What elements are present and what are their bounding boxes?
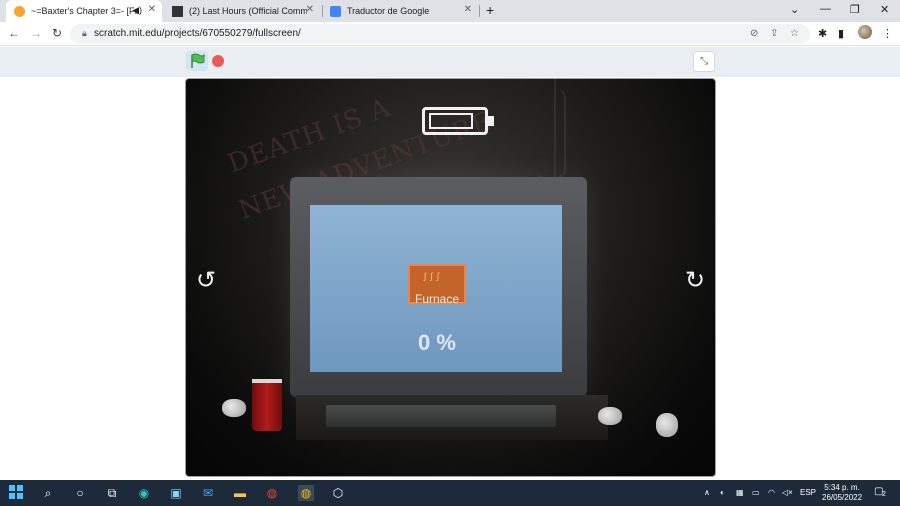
side-panel-icon[interactable]: ▮ (838, 27, 844, 40)
close-tab-icon[interactable]: ✕ (464, 4, 472, 15)
audio-playing-icon[interactable]: ◀) (132, 5, 142, 16)
battery-tray-icon[interactable]: ▭ (752, 488, 760, 497)
chrome-icon[interactable]: ◍ (264, 485, 280, 501)
clock-date: 26/05/2022 (822, 493, 863, 502)
wall-wire (536, 89, 566, 179)
close-tab-icon[interactable]: ✕ (306, 4, 314, 15)
scratch-favicon-icon (14, 5, 25, 17)
lock-icon[interactable]: 🔒︎ (82, 28, 87, 39)
tab-title: (2) Last Hours (Official Communi (189, 6, 307, 16)
clock[interactable]: 5:34 p. m. 26/05/2022 (822, 483, 862, 503)
turn-left-arrow-icon[interactable]: ↺ (192, 267, 220, 295)
profile-avatar[interactable] (858, 25, 872, 39)
tab-title: Traductor de Google (347, 6, 430, 16)
exit-fullscreen-icon: ⤡ (700, 56, 708, 67)
exit-fullscreen-button[interactable]: ⤡ (693, 51, 715, 72)
furnace-app-label: Furnace (414, 292, 460, 306)
player-header (0, 47, 900, 77)
address-bar[interactable]: 🔒︎ scratch.mit.edu/projects/670550279/fu… (70, 24, 810, 44)
close-tab-icon[interactable]: ✕ (148, 4, 156, 15)
browser-toolbar: ← → ↻ 🔒︎ scratch.mit.edu/projects/670550… (0, 22, 900, 46)
screen-root: ~=Baxter's Chapter 3=- [Full ◀) ✕ (2) La… (0, 0, 900, 506)
battery-cell (429, 113, 473, 129)
crumpled-paper (656, 413, 678, 437)
clock-time: 5:34 p. m. (824, 483, 860, 492)
tab-title: ~=Baxter's Chapter 3=- [Full (31, 6, 139, 16)
tab-separator (479, 5, 480, 17)
tray-app-icon[interactable]: ◐ (720, 488, 725, 497)
translate-favicon-icon (330, 5, 341, 17)
volume-muted-icon[interactable]: ◁× (782, 488, 793, 497)
back-icon[interactable]: ← (8, 26, 20, 40)
menu-icon[interactable]: ⋮ (882, 27, 893, 40)
wifi-icon[interactable]: ◠ (768, 488, 775, 497)
tray-network-icon[interactable]: ▦ (736, 488, 744, 497)
battery-nub (488, 116, 494, 126)
game-stage[interactable]: DEATH IS A NEW ADVENTURE ∫∫∫ Furnace 0 %… (185, 78, 716, 477)
cortana-icon[interactable]: ○ (72, 485, 88, 501)
store-icon[interactable]: ▣ (168, 485, 184, 501)
heat-waves-icon: ∫∫∫ (424, 271, 444, 281)
crumpled-paper (598, 407, 622, 425)
bookmark-star-icon[interactable]: ☆ (790, 28, 799, 39)
green-flag-icon (191, 53, 205, 68)
task-view-icon[interactable]: ⧉ (104, 485, 120, 501)
close-window-icon[interactable]: ✕ (880, 3, 889, 16)
blocked-icon[interactable]: ⊘ (750, 28, 758, 39)
mail-icon[interactable]: ✉ (200, 485, 216, 501)
reload-icon[interactable]: ↻ (52, 26, 62, 40)
windows-taskbar: ⌕ ○ ⧉ ◉ ▣ ✉ ▬ ◍ ◍ ⬡ ∧ ◐ ▦ ▭ ◠ ◁× ESP 5:3… (0, 480, 900, 506)
start-icon[interactable] (8, 485, 24, 501)
search-icon[interactable]: ⌕ (40, 485, 56, 501)
monitor-screen: ∫∫∫ Furnace 0 % (310, 205, 562, 372)
computer-monitor: ∫∫∫ Furnace 0 % (290, 177, 587, 397)
tab-baxter[interactable]: ~=Baxter's Chapter 3=- [Full ◀) ✕ (6, 0, 162, 22)
edge-icon[interactable]: ◉ (136, 485, 152, 501)
language-indicator[interactable]: ESP (800, 488, 816, 497)
stop-button[interactable] (212, 55, 224, 67)
green-flag-button[interactable] (186, 51, 208, 71)
minimize-icon[interactable]: — (820, 3, 831, 15)
windows-logo-icon (9, 485, 23, 499)
battery-indicator (422, 107, 494, 135)
restore-icon[interactable]: ❐ (850, 3, 860, 16)
tab-bar: ~=Baxter's Chapter 3=- [Full ◀) ✕ (2) La… (0, 0, 900, 22)
file-explorer-icon[interactable]: ▬ (232, 485, 248, 501)
keyboard (326, 405, 556, 427)
chrome-active-icon[interactable]: ◍ (298, 485, 314, 501)
new-tab-icon[interactable]: + (486, 2, 494, 18)
forward-icon[interactable]: → (30, 26, 42, 40)
extensions-icon[interactable]: ✱ (818, 27, 827, 40)
progress-percent: 0 % (418, 330, 456, 355)
url-text: scratch.mit.edu/projects/670550279/fulls… (94, 28, 301, 39)
turn-right-arrow-icon[interactable]: ↻ (681, 267, 709, 295)
tab-translate[interactable]: Traductor de Google ✕ (322, 0, 478, 22)
notification-count: 2 (882, 491, 886, 498)
tab-last-hours[interactable]: (2) Last Hours (Official Communi ✕ (164, 0, 320, 22)
tab-search-icon[interactable]: ⌄ (790, 3, 799, 16)
crumpled-paper (222, 399, 246, 417)
share-icon[interactable]: ⇪ (770, 28, 778, 39)
game-favicon-icon (172, 5, 183, 17)
tray-chevron-icon[interactable]: ∧ (704, 488, 710, 497)
unity-icon[interactable]: ⬡ (330, 485, 346, 501)
red-cup (252, 379, 282, 431)
